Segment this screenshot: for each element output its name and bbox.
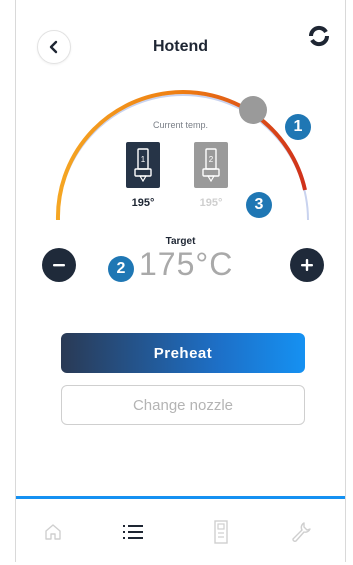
nozzle-2-button[interactable]: 2 <box>194 142 228 188</box>
target-temp-value[interactable]: 175°C <box>139 246 233 283</box>
nozzle-1-temp: 195° <box>131 197 155 209</box>
decrease-temp-button[interactable] <box>42 248 76 282</box>
plus-icon <box>301 259 313 271</box>
callout-badge-2: 2 <box>108 256 134 282</box>
nav-file[interactable] <box>208 519 234 545</box>
callout-badge-1: 1 <box>285 114 311 140</box>
nozzle-2-temp: 195° <box>199 197 223 209</box>
nav-home[interactable] <box>40 519 66 545</box>
nav-tools[interactable] <box>288 519 314 545</box>
nozzle-icon: 2 <box>202 148 220 182</box>
header: Hotend <box>16 24 345 68</box>
bottom-nav <box>16 496 345 565</box>
list-icon <box>123 525 143 539</box>
callout-badge-3: 3 <box>246 192 272 218</box>
nozzle-2-number: 2 <box>209 155 214 164</box>
wrench-icon <box>292 522 311 542</box>
sync-icon <box>308 25 330 47</box>
file-icon <box>214 520 228 544</box>
nozzle-1-button[interactable]: 1 <box>126 142 160 188</box>
home-icon <box>45 524 61 540</box>
page-title: Hotend <box>152 38 209 55</box>
nav-list[interactable] <box>120 519 146 545</box>
increase-temp-button[interactable] <box>290 248 324 282</box>
nozzle-icon: 1 <box>134 148 152 182</box>
nozzle-1-number: 1 <box>141 155 146 164</box>
change-nozzle-button[interactable]: Change nozzle <box>61 385 305 425</box>
minus-icon <box>53 264 65 267</box>
sync-button[interactable] <box>307 24 331 48</box>
app-frame: Hotend Current temp. 1 2 195° 195° 1 3 T… <box>15 0 346 565</box>
preheat-button[interactable]: Preheat <box>61 333 305 373</box>
